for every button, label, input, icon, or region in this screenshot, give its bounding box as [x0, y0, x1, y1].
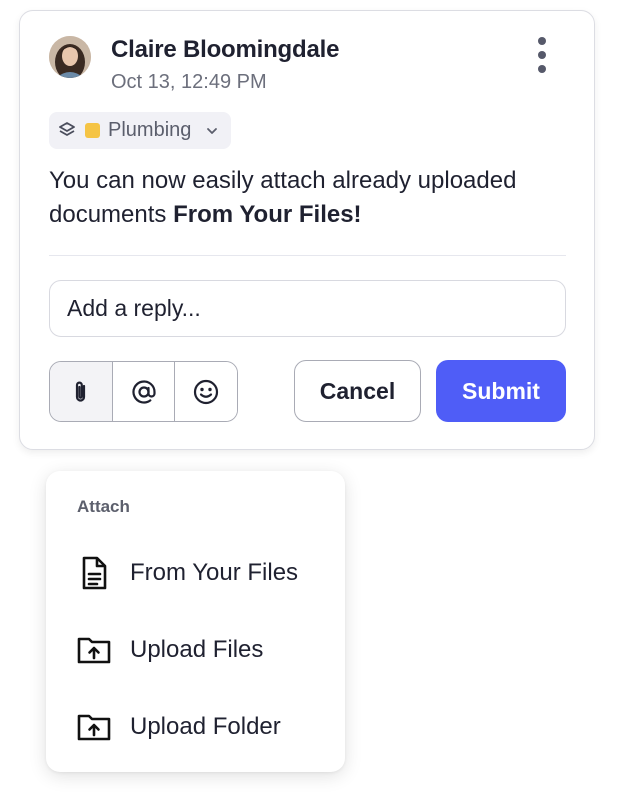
reply-input[interactable] — [49, 280, 566, 337]
menu-item-from-your-files[interactable]: From Your Files — [77, 551, 337, 595]
author-name: Claire Bloomingdale — [111, 36, 340, 63]
category-tag-dropdown[interactable]: Plumbing — [49, 112, 232, 149]
menu-item-label: Upload Folder — [130, 713, 281, 740]
chevron-down-icon — [205, 124, 219, 138]
smiley-icon — [194, 379, 219, 404]
category-color-swatch — [85, 123, 100, 138]
avatar[interactable] — [49, 36, 91, 78]
folder-upload-icon — [77, 710, 111, 744]
menu-item-upload-folder[interactable]: Upload Folder — [77, 705, 337, 749]
cancel-button[interactable]: Cancel — [294, 360, 421, 422]
document-icon — [77, 556, 111, 590]
comment-timestamp: Oct 13, 12:49 PM — [111, 71, 267, 93]
comment-message: You can now easily attach already upload… — [49, 164, 569, 232]
kebab-dot-icon — [538, 65, 546, 73]
mention-button[interactable] — [112, 362, 176, 421]
emoji-button[interactable] — [175, 362, 237, 421]
comment-card: Claire Bloomingdale Oct 13, 12:49 PM Plu… — [19, 10, 595, 450]
message-bold-text: From Your Files! — [173, 201, 362, 228]
attach-button[interactable] — [50, 362, 113, 421]
submit-button[interactable]: Submit — [436, 360, 566, 422]
folder-upload-icon — [77, 633, 111, 667]
attach-menu: Attach From Your Files Upload Files Uplo… — [46, 471, 345, 772]
menu-item-upload-files[interactable]: Upload Files — [77, 628, 337, 672]
attach-menu-title: Attach — [77, 497, 130, 516]
layers-icon — [57, 121, 77, 141]
more-options-button[interactable] — [532, 37, 552, 73]
category-tag-label: Plumbing — [108, 119, 192, 141]
menu-item-label: Upload Files — [130, 636, 264, 663]
reply-toolbar — [49, 361, 238, 422]
menu-item-label: From Your Files — [130, 559, 299, 586]
kebab-dot-icon — [538, 51, 546, 59]
divider — [49, 255, 566, 256]
paperclip-icon — [75, 381, 85, 402]
kebab-dot-icon — [538, 37, 546, 45]
at-icon — [131, 379, 156, 404]
